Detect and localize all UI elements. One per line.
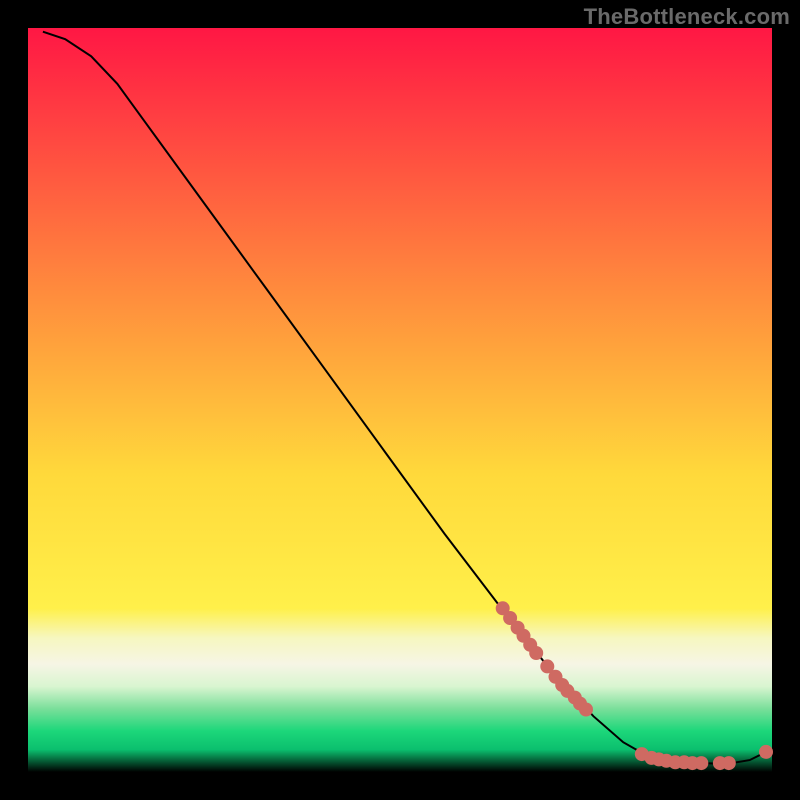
- bottleneck-chart: [0, 0, 800, 800]
- data-marker: [579, 703, 593, 717]
- watermark-label: TheBottleneck.com: [584, 4, 790, 30]
- data-marker: [529, 646, 543, 660]
- data-marker: [759, 745, 773, 759]
- plot-background: [28, 28, 772, 772]
- chart-stage: TheBottleneck.com: [0, 0, 800, 800]
- data-marker: [722, 756, 736, 770]
- data-marker: [694, 756, 708, 770]
